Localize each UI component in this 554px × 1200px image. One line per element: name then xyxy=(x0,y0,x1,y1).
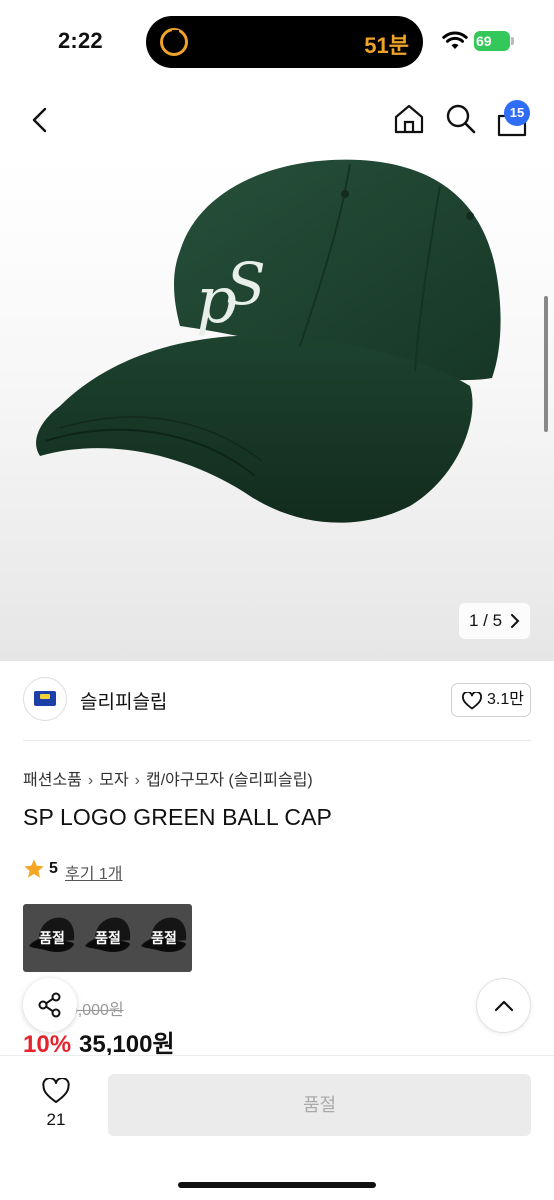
image-pager[interactable]: 1 / 5 xyxy=(459,603,530,639)
option-thumbnails: 품절 품절 품절 xyxy=(23,904,192,972)
wishlist-button[interactable]: 21 xyxy=(34,1078,78,1134)
heart-icon xyxy=(462,692,482,710)
brand-name[interactable]: 슬리피슬립 xyxy=(80,687,167,714)
discount-rate: 10% xyxy=(23,1031,72,1058)
heart-icon xyxy=(42,1078,70,1103)
sale-price: 35,100원 xyxy=(79,1031,175,1058)
wifi-icon xyxy=(442,31,468,49)
share-button[interactable] xyxy=(23,978,77,1032)
chevron-right-icon xyxy=(511,614,520,628)
option-soldout-label: 품절 xyxy=(39,930,65,946)
scroll-to-top-button[interactable] xyxy=(476,978,531,1033)
svg-text:S: S xyxy=(226,250,266,318)
divider xyxy=(23,740,531,741)
home-indicator xyxy=(178,1182,376,1188)
status-bar: 2:22 51분 69 xyxy=(0,0,554,84)
brand-like-count: 3.1만 xyxy=(487,691,524,708)
top-navigation: 15 xyxy=(0,84,554,156)
product-cap-image: p S xyxy=(36,159,501,523)
battery-tip xyxy=(511,37,514,45)
share-icon xyxy=(38,992,61,1018)
rating-score: 5 xyxy=(49,860,58,877)
status-time: 2:22 xyxy=(58,28,103,53)
brand-like-button[interactable]: 3.1만 xyxy=(451,683,531,717)
cart-count-badge: 15 xyxy=(504,100,530,126)
dynamic-island: 51분 xyxy=(146,16,423,68)
timer-label: 51분 xyxy=(364,33,409,58)
pager-label: 1 / 5 xyxy=(469,611,503,630)
timer-icon xyxy=(160,28,188,56)
option-soldout-label: 품절 xyxy=(95,930,121,946)
home-icon[interactable] xyxy=(392,102,426,136)
back-icon[interactable] xyxy=(24,104,56,136)
breadcrumb-item[interactable]: 패션소품 xyxy=(23,772,82,789)
breadcrumb: 패션소품 › 모자 › 캡/야구모자 (슬리피슬립) xyxy=(23,766,313,790)
review-count-link[interactable]: 후기 1개 xyxy=(65,860,123,884)
chevron-right-icon: › xyxy=(87,772,94,789)
product-title: SP LOGO GREEN BALL CAP xyxy=(23,804,332,830)
brand-logo[interactable] xyxy=(23,677,67,721)
star-icon xyxy=(24,859,44,878)
battery-indicator: 69 xyxy=(474,31,510,51)
option-thumbnail[interactable]: 품절 xyxy=(135,904,192,972)
chevron-up-icon xyxy=(494,1000,514,1012)
product-image-gallery[interactable]: p S 1 / 5 xyxy=(0,156,554,661)
option-soldout-label: 품절 xyxy=(151,930,177,946)
breadcrumb-item[interactable]: 캡/야구모자 (슬리피슬립) xyxy=(146,772,313,789)
bottom-action-bar: 21 품절 xyxy=(0,1055,554,1200)
scrollbar[interactable] xyxy=(544,296,548,432)
option-thumbnail[interactable]: 품절 xyxy=(79,904,137,972)
brand-row[interactable]: 슬리피슬립 3.1만 xyxy=(0,661,554,741)
wishlist-count: 21 xyxy=(46,1110,66,1129)
search-icon[interactable] xyxy=(444,102,478,136)
soldout-button[interactable]: 품절 xyxy=(108,1074,531,1136)
breadcrumb-item[interactable]: 모자 xyxy=(99,772,128,789)
chevron-right-icon: › xyxy=(134,772,140,789)
option-thumbnail[interactable]: 품절 xyxy=(23,904,81,972)
